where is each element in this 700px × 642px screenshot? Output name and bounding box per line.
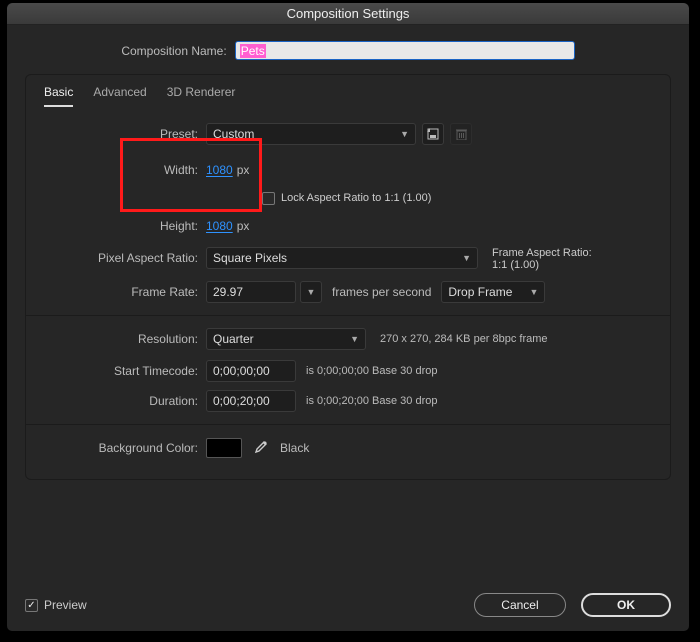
background-color-label: Background Color: — [42, 441, 206, 455]
width-label: Width: — [42, 163, 206, 177]
composition-name-value: Pets — [240, 44, 266, 58]
composition-settings-dialog: Composition Settings Composition Name: P… — [6, 2, 690, 632]
duration-label: Duration: — [42, 394, 206, 408]
resolution-value: Quarter — [213, 332, 254, 346]
height-label: Height: — [42, 219, 206, 233]
chevron-down-icon: ▼ — [462, 253, 471, 263]
background-color-swatch[interactable] — [206, 438, 242, 458]
titlebar[interactable]: Composition Settings — [7, 3, 689, 25]
width-input[interactable]: 1080 — [206, 163, 233, 177]
chevron-down-icon: ▼ — [350, 334, 359, 344]
duration-value: 0;00;20;00 — [213, 394, 270, 408]
lock-aspect-checkbox[interactable] — [262, 192, 275, 205]
start-timecode-info: is 0;00;00;00 Base 30 drop — [306, 365, 437, 377]
duration-info: is 0;00;20;00 Base 30 drop — [306, 395, 437, 407]
resolution-info: 270 x 270, 284 KB per 8bpc frame — [380, 333, 548, 345]
frame-rate-value: 29.97 — [213, 285, 243, 299]
resolution-label: Resolution: — [42, 332, 206, 346]
pixel-aspect-value: Square Pixels — [213, 251, 287, 265]
chevron-down-icon: ▼ — [400, 129, 409, 139]
trash-icon — [456, 128, 467, 140]
chevron-down-icon: ▼ — [307, 287, 316, 297]
preset-value: Custom — [213, 127, 254, 141]
window-title: Composition Settings — [287, 6, 410, 21]
frame-rate-label: Frame Rate: — [42, 285, 206, 299]
width-unit: px — [237, 163, 250, 177]
lock-aspect-label: Lock Aspect Ratio to 1:1 (1.00) — [281, 192, 431, 204]
height-input[interactable]: 1080 — [206, 219, 233, 233]
tab-advanced[interactable]: Advanced — [93, 85, 146, 107]
frame-aspect-label: Frame Aspect Ratio: — [492, 247, 592, 259]
frame-aspect-value: 1:1 (1.00) — [492, 259, 592, 271]
start-timecode-value: 0;00;00;00 — [213, 364, 270, 378]
save-preset-button[interactable] — [422, 123, 444, 145]
resolution-select[interactable]: Quarter ▼ — [206, 328, 366, 350]
composition-name-input[interactable]: Pets — [235, 41, 575, 60]
fps-label: frames per second — [332, 285, 431, 299]
drop-frame-value: Drop Frame — [448, 285, 512, 299]
tab-3d-renderer[interactable]: 3D Renderer — [167, 85, 236, 107]
eyedropper-button[interactable] — [248, 437, 272, 459]
preset-label: Preset: — [42, 127, 206, 141]
delete-preset-button — [450, 123, 472, 145]
frame-rate-input[interactable]: 29.97 — [206, 281, 296, 303]
ok-button[interactable]: OK — [581, 593, 671, 617]
frame-rate-dropdown[interactable]: ▼ — [300, 281, 322, 303]
cancel-button[interactable]: Cancel — [474, 593, 565, 617]
preset-select[interactable]: Custom ▼ — [206, 123, 416, 145]
start-timecode-input[interactable]: 0;00;00;00 — [206, 360, 296, 382]
pixel-aspect-select[interactable]: Square Pixels ▼ — [206, 247, 478, 269]
background-color-name: Black — [280, 441, 309, 455]
drop-frame-select[interactable]: Drop Frame ▼ — [441, 281, 545, 303]
preview-label: Preview — [44, 598, 87, 612]
tab-basic[interactable]: Basic — [44, 85, 73, 107]
start-timecode-label: Start Timecode: — [42, 364, 206, 378]
save-preset-icon — [427, 128, 439, 140]
duration-input[interactable]: 0;00;20;00 — [206, 390, 296, 412]
preview-checkbox[interactable]: ✓ — [25, 599, 38, 612]
eyedropper-icon — [253, 441, 267, 455]
chevron-down-icon: ▼ — [529, 287, 538, 297]
composition-name-label: Composition Name: — [121, 44, 226, 58]
pixel-aspect-label: Pixel Aspect Ratio: — [42, 247, 206, 265]
height-unit: px — [237, 219, 250, 233]
